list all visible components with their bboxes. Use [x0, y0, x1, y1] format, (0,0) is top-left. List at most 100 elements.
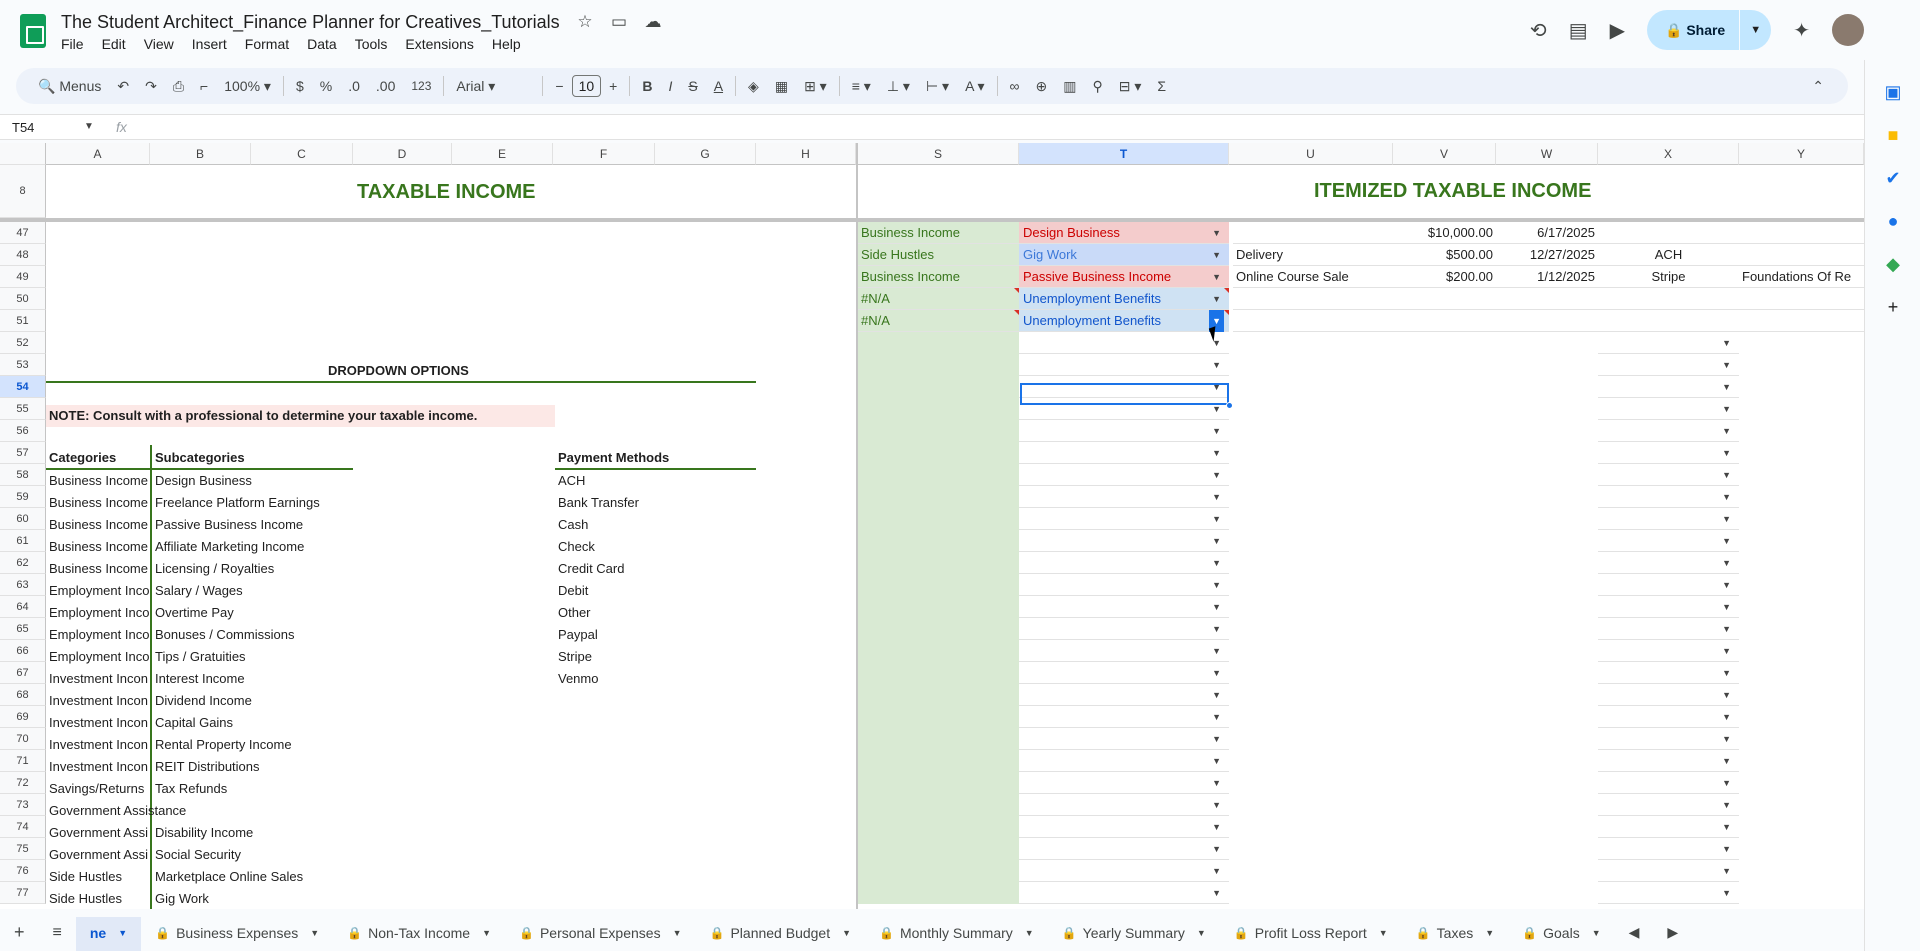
- date-cell[interactable]: 1/12/2025: [1496, 266, 1598, 288]
- selection-fill-handle[interactable]: [1226, 402, 1233, 409]
- subcategory-dropdown[interactable]: Gig Work ▼: [1019, 244, 1229, 266]
- text-rotation-icon[interactable]: A ▾: [957, 78, 992, 95]
- sheet-tab[interactable]: 🔒 Taxes ▼: [1402, 917, 1508, 951]
- dropdown-arrow-icon[interactable]: ▼: [1212, 508, 1221, 530]
- sheet-tab[interactable]: 🔒 Planned Budget ▼: [696, 917, 866, 951]
- payment-method-dropdown[interactable]: ▼: [1598, 442, 1739, 464]
- subcategory-dropdown[interactable]: ▼: [1019, 750, 1229, 772]
- tab-menu-icon[interactable]: ▼: [673, 928, 682, 938]
- horizontal-align-icon[interactable]: ≡ ▾: [844, 78, 879, 95]
- keep-icon[interactable]: ■: [1865, 125, 1920, 146]
- row-header-76[interactable]: 76: [0, 860, 46, 882]
- subcategory-dropdown[interactable]: ▼: [1019, 530, 1229, 552]
- tab-menu-icon[interactable]: ▼: [842, 928, 851, 938]
- row-header-56[interactable]: 56: [0, 420, 46, 442]
- dropdown-arrow-icon[interactable]: ▼: [1722, 794, 1731, 816]
- column-header-u[interactable]: U: [1229, 143, 1393, 165]
- subcategory-dropdown[interactable]: ▼: [1019, 552, 1229, 574]
- dropdown-arrow-icon[interactable]: ▼: [1212, 574, 1221, 596]
- insert-comment-icon[interactable]: ⊕: [1028, 78, 1056, 95]
- column-header-t[interactable]: T: [1019, 143, 1229, 165]
- meet-camera-icon[interactable]: ▶: [1610, 18, 1625, 43]
- date-cell[interactable]: 6/17/2025: [1496, 222, 1598, 244]
- row-header-74[interactable]: 74: [0, 816, 46, 838]
- text-wrapping-icon[interactable]: ⊢ ▾: [918, 78, 957, 95]
- row-header-51[interactable]: 51: [0, 310, 46, 332]
- description-cell[interactable]: Delivery: [1233, 244, 1393, 266]
- tasks-icon[interactable]: ✔: [1865, 168, 1920, 189]
- dropdown-arrow-icon[interactable]: ▼: [1212, 266, 1221, 288]
- dropdown-arrow-icon[interactable]: ▼: [1722, 772, 1731, 794]
- collapse-toolbar-icon[interactable]: ⌃: [1812, 78, 1824, 95]
- paint-format-icon[interactable]: ⌐: [192, 78, 216, 94]
- dropdown-arrow-icon[interactable]: ▼: [1212, 838, 1221, 860]
- dropdown-arrow-icon[interactable]: ▼: [1722, 706, 1731, 728]
- subcategory-dropdown[interactable]: ▼: [1019, 354, 1229, 376]
- row-header-77[interactable]: 77: [0, 882, 46, 904]
- dropdown-arrow-icon[interactable]: ▼: [1212, 420, 1221, 442]
- search-menus-button[interactable]: 🔍 Menus: [30, 78, 109, 95]
- dropdown-arrow-icon[interactable]: ▼: [1212, 882, 1221, 904]
- dropdown-arrow-icon[interactable]: ▼: [1212, 464, 1221, 486]
- font-size-decrease-icon[interactable]: −: [547, 78, 571, 94]
- amount-cell[interactable]: $500.00: [1393, 244, 1496, 266]
- dropdown-arrow-icon[interactable]: ▼: [1212, 354, 1221, 376]
- payment-method-dropdown[interactable]: ▼: [1598, 640, 1739, 662]
- column-header-s[interactable]: S: [858, 143, 1019, 165]
- description-cell[interactable]: [1233, 222, 1393, 244]
- merge-cells-icon[interactable]: ⊞ ▾: [796, 78, 835, 95]
- subcategory-dropdown[interactable]: ▼: [1019, 816, 1229, 838]
- undo-icon[interactable]: ↶: [109, 78, 137, 95]
- payment-method-dropdown[interactable]: ▼: [1598, 618, 1739, 640]
- column-header-x[interactable]: X: [1598, 143, 1739, 165]
- subcategory-dropdown[interactable]: ▼: [1019, 486, 1229, 508]
- filter-icon[interactable]: ⚲: [1085, 78, 1111, 95]
- subcategory-dropdown[interactable]: ▼: [1019, 640, 1229, 662]
- dropdown-arrow-icon[interactable]: ▼: [1722, 486, 1731, 508]
- dropdown-arrow-icon[interactable]: ▼: [1722, 508, 1731, 530]
- row-header-60[interactable]: 60: [0, 508, 46, 530]
- dropdown-arrow-icon[interactable]: ▼: [1212, 442, 1221, 464]
- subcategory-dropdown[interactable]: ▼: [1019, 332, 1229, 354]
- column-header-b[interactable]: B: [150, 143, 251, 165]
- tab-menu-icon[interactable]: ▼: [1485, 928, 1494, 938]
- row-header-67[interactable]: 67: [0, 662, 46, 684]
- borders-icon[interactable]: ▦: [767, 78, 796, 95]
- menu-data[interactable]: Data: [298, 36, 346, 52]
- row-header-75[interactable]: 75: [0, 838, 46, 860]
- payment-method-dropdown[interactable]: ACH: [1598, 244, 1739, 266]
- payment-method-dropdown[interactable]: ▼: [1598, 684, 1739, 706]
- menu-help[interactable]: Help: [483, 36, 530, 52]
- all-sheets-icon[interactable]: ≡: [39, 917, 76, 951]
- row-header-47[interactable]: 47: [0, 222, 46, 244]
- dropdown-arrow-icon[interactable]: ▼: [1212, 728, 1221, 750]
- sheet-tab[interactable]: ne ▼: [75, 917, 142, 951]
- strikethrough-icon[interactable]: S: [680, 78, 705, 94]
- payment-method-dropdown[interactable]: ▼: [1598, 816, 1739, 838]
- bold-icon[interactable]: B: [634, 78, 660, 94]
- dropdown-arrow-icon[interactable]: ▼: [1212, 662, 1221, 684]
- document-title[interactable]: The Student Architect_Finance Planner fo…: [61, 12, 560, 33]
- itemized-category-cell[interactable]: Business Income: [858, 266, 1019, 288]
- column-header-h[interactable]: H: [756, 143, 856, 165]
- subcategory-dropdown[interactable]: ▼: [1019, 706, 1229, 728]
- payment-method-dropdown[interactable]: Stripe: [1598, 266, 1739, 288]
- column-header-g[interactable]: G: [655, 143, 756, 165]
- payment-method-dropdown[interactable]: ▼: [1598, 838, 1739, 860]
- subcategory-dropdown[interactable]: Unemployment Benefits ▼: [1019, 310, 1229, 332]
- row-header-68[interactable]: 68: [0, 684, 46, 706]
- payment-method-dropdown[interactable]: ▼: [1598, 706, 1739, 728]
- functions-icon[interactable]: Σ: [1149, 78, 1174, 94]
- dropdown-arrow-icon[interactable]: ▼: [1722, 860, 1731, 882]
- subcategory-dropdown[interactable]: ▼: [1019, 684, 1229, 706]
- description-cell[interactable]: [1233, 310, 1393, 332]
- dropdown-arrow-icon[interactable]: ▼: [1212, 596, 1221, 618]
- tab-menu-icon[interactable]: ▼: [482, 928, 491, 938]
- print-icon[interactable]: ⎙: [165, 78, 192, 95]
- payment-method-dropdown[interactable]: ▼: [1598, 662, 1739, 684]
- payment-method-dropdown[interactable]: ▼: [1598, 398, 1739, 420]
- vertical-align-icon[interactable]: ⊥ ▾: [879, 78, 918, 95]
- row-header-57[interactable]: 57: [0, 442, 46, 464]
- description-cell[interactable]: Online Course Sale: [1233, 266, 1393, 288]
- column-header-y[interactable]: Y: [1739, 143, 1864, 165]
